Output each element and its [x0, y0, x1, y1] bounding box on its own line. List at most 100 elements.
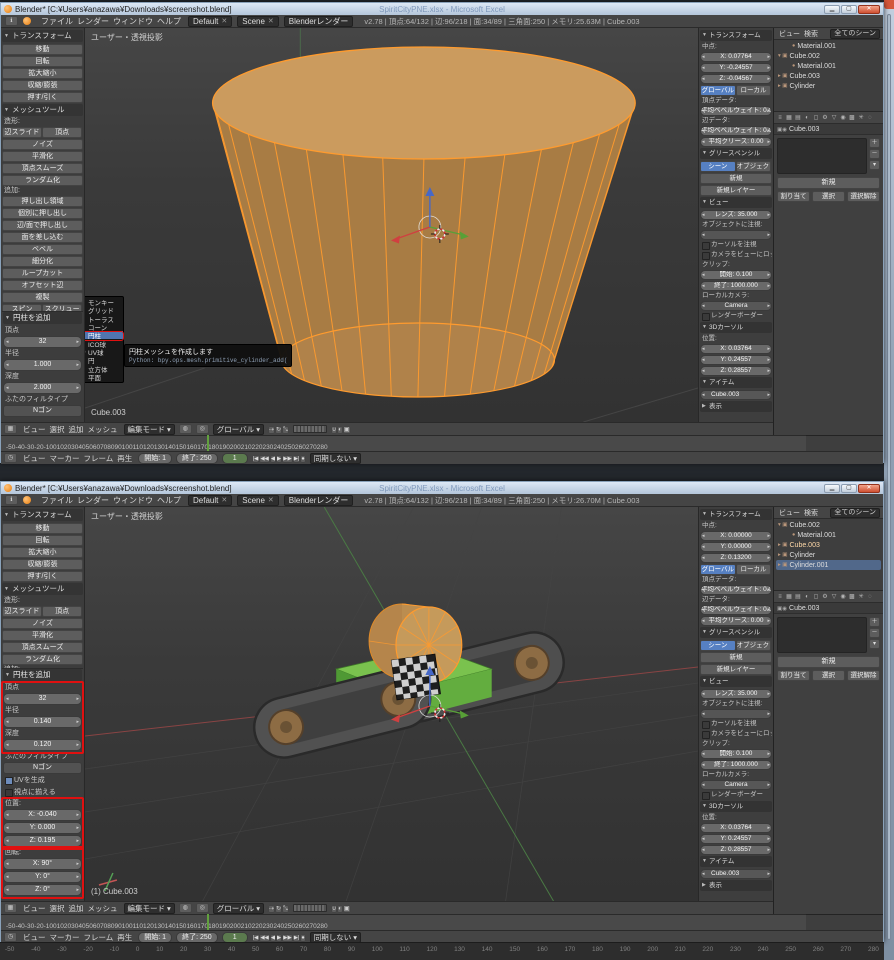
tool-shelf-item[interactable]: 押す/引く — [2, 92, 83, 103]
tool-shelf-item[interactable]: 造形: — [2, 117, 83, 126]
tool-shelf-item[interactable]: ループカット — [2, 268, 83, 279]
n-panel-item[interactable]: オブジェクトに注視: — [700, 220, 772, 229]
tool-shelf-item[interactable]: 収縮/膨張 — [2, 80, 83, 91]
n-panel-item[interactable]: カーソルを注視 — [700, 719, 772, 729]
close-button[interactable]: ✕ — [858, 484, 880, 493]
screen-layout-selector[interactable]: Default✕ — [188, 495, 232, 506]
minimize-button[interactable]: ▁ — [824, 484, 840, 493]
manipulator-toggle-icon[interactable]: ⤡ — [282, 426, 289, 434]
operator-field[interactable]: 2.000 — [3, 382, 82, 394]
outliner-row[interactable]: ▸ ▣Cylinder.001 — [776, 560, 881, 570]
operator-field[interactable]: Nゴン — [3, 405, 82, 417]
timeline-menu-item[interactable]: ビュー — [21, 933, 48, 942]
n-panel-item[interactable]: シーン — [700, 161, 736, 172]
n-panel-item[interactable]: 辺データ: — [700, 595, 772, 604]
n-panel-item[interactable]: 終了: 1000.000 — [700, 760, 772, 770]
tool-shelf-item[interactable]: 拡大縮小 — [2, 547, 83, 558]
menu-item[interactable]: ウィンドウ — [111, 496, 155, 505]
n-panel-item[interactable]: オブジェクト — [736, 161, 772, 172]
operator-field[interactable]: ふたのフィルタイプ — [3, 395, 82, 405]
operator-field[interactable]: X: -0.040 — [3, 809, 82, 821]
properties-tab-icon[interactable]: ▩ — [848, 114, 856, 121]
outliner-row[interactable]: ▸ ▣Cylinder — [776, 550, 881, 560]
tool-shelf-item[interactable]: 平滑化 — [2, 151, 83, 162]
outliner-row[interactable]: ●Material.001 — [776, 530, 881, 540]
n-panel-item[interactable] — [700, 709, 772, 719]
tool-shelf-item[interactable]: 追加: — [2, 186, 83, 195]
n-panel-item[interactable]: Cube.003 — [700, 390, 772, 400]
operator-panel-header[interactable]: 円柱を追加 — [3, 669, 82, 681]
viewport-3d[interactable]: ユーザー・透視投影 (1) Cube.003 — [85, 507, 698, 901]
manipulator-toggle-icon[interactable]: ↻ — [275, 426, 282, 434]
tool-shelf-item[interactable]: 複製 — [2, 292, 83, 303]
n-panel-item[interactable]: X: 0.03764 — [700, 823, 772, 833]
excel-scrollbar[interactable] — [887, 14, 891, 940]
operator-field[interactable]: 0.140 — [3, 716, 82, 728]
properties-tab-icon[interactable]: ▤ — [794, 114, 802, 121]
menu-item[interactable]: レンダー — [75, 17, 111, 26]
n-panel-item[interactable]: Camera — [700, 780, 772, 790]
outliner-menu-item[interactable]: 検索 — [802, 31, 820, 38]
slot-list-button[interactable]: ▾ — [869, 639, 880, 649]
render-engine-selector[interactable]: Blenderレンダー — [284, 495, 354, 506]
outliner-row[interactable]: ▸ ▣Cylinder — [776, 81, 881, 91]
layers-widget[interactable] — [293, 425, 327, 433]
n-panel-item[interactable]: ローカルカメラ: — [700, 291, 772, 300]
n-panel-item[interactable]: 表示 — [700, 401, 772, 412]
properties-tab-icon[interactable]: ◐ — [803, 594, 811, 600]
operator-field[interactable]: UVを生成 — [3, 775, 82, 786]
orientation-selector[interactable]: グローバル▾ — [213, 903, 264, 914]
tool-shelf-item[interactable]: 頂点 — [42, 606, 82, 617]
tool-shelf-item[interactable]: ノイズ — [2, 618, 83, 629]
viewport-menu-item[interactable]: 選択 — [48, 425, 67, 434]
menu-item[interactable]: ヘルプ — [155, 17, 183, 26]
n-panel-item[interactable] — [700, 230, 772, 240]
add-mesh-menu-item[interactable]: ▭平面 — [85, 373, 123, 381]
operator-field[interactable]: 0.120 — [3, 739, 82, 751]
timeline-menu-item[interactable]: マーカー — [48, 933, 82, 942]
outliner-display-filter[interactable]: 全てのシーン — [830, 508, 880, 518]
frame-start-field[interactable]: 開始: 1 — [138, 453, 172, 464]
properties-tab-icon[interactable]: ◌ — [866, 115, 874, 121]
n-panel-item[interactable]: カメラをビューにロック — [700, 250, 772, 260]
n-panel-item[interactable]: アイテム — [700, 856, 772, 867]
current-frame-field[interactable]: 1 — [222, 932, 248, 943]
operator-field[interactable]: X: 90° — [3, 858, 82, 870]
tool-shelf-item[interactable]: メッシュツール — [2, 583, 83, 595]
assign-button[interactable]: 割り当て — [777, 670, 810, 681]
properties-tab-icon[interactable]: ⚙ — [821, 593, 829, 600]
viewport-menu-item[interactable]: メッシュ — [86, 425, 120, 434]
n-panel-item[interactable]: X: 0.07764 — [700, 52, 772, 62]
n-panel-item[interactable]: 位置: — [700, 813, 772, 822]
outliner-menu-item[interactable]: 検索 — [802, 510, 820, 517]
tool-shelf-item[interactable]: 造形: — [2, 596, 83, 605]
outliner-menu-item[interactable]: ビュー — [777, 510, 802, 517]
operator-field[interactable]: 頂点 — [3, 683, 82, 693]
excel-close-button[interactable] — [884, 0, 894, 9]
properties-tab-icon[interactable]: ✳ — [857, 114, 865, 121]
viewport-menu-item[interactable]: メッシュ — [86, 904, 120, 913]
n-panel-item[interactable]: ビュー — [700, 676, 772, 687]
n-panel-item[interactable]: ローカル — [736, 85, 772, 96]
tool-shelf-item[interactable]: ランダム化 — [2, 654, 83, 665]
playback-button[interactable]: ▶▶ — [282, 455, 292, 463]
viewport-menu-item[interactable]: 追加 — [67, 904, 86, 913]
properties-tab-icon[interactable]: ▽ — [830, 593, 838, 600]
properties-tab-icon[interactable]: ✳ — [857, 593, 865, 600]
operator-panel-header[interactable]: 円柱を追加 — [3, 312, 82, 324]
tool-shelf-item[interactable]: ランダム化 — [2, 175, 83, 186]
n-panel-item[interactable]: ビュー — [700, 197, 772, 208]
n-panel-item[interactable]: 平均ベベルウェイト: 0.00 — [700, 126, 772, 136]
timeline-ruler[interactable]: -50-40-30-20-100102030405060708090100110… — [1, 435, 883, 451]
new-material-button[interactable]: 新規 — [777, 656, 880, 668]
pivot-point-icon[interactable]: ◎ — [196, 424, 209, 434]
shading-mode-icon[interactable]: ◍ — [179, 424, 192, 434]
n-panel-item[interactable]: クリップ: — [700, 739, 772, 748]
n-panel-item[interactable]: 平均クリース: 0.00 — [700, 616, 772, 626]
operator-field[interactable]: 32 — [3, 693, 82, 705]
n-panel-item[interactable]: グリースペンシル — [700, 148, 772, 159]
n-panel-item[interactable]: ローカルカメラ: — [700, 770, 772, 779]
tool-shelf-item[interactable]: トランスフォーム — [2, 509, 83, 521]
operator-field[interactable]: Y: 0.000 — [3, 822, 82, 834]
n-panel-item[interactable]: 新規レイヤー — [700, 664, 772, 675]
